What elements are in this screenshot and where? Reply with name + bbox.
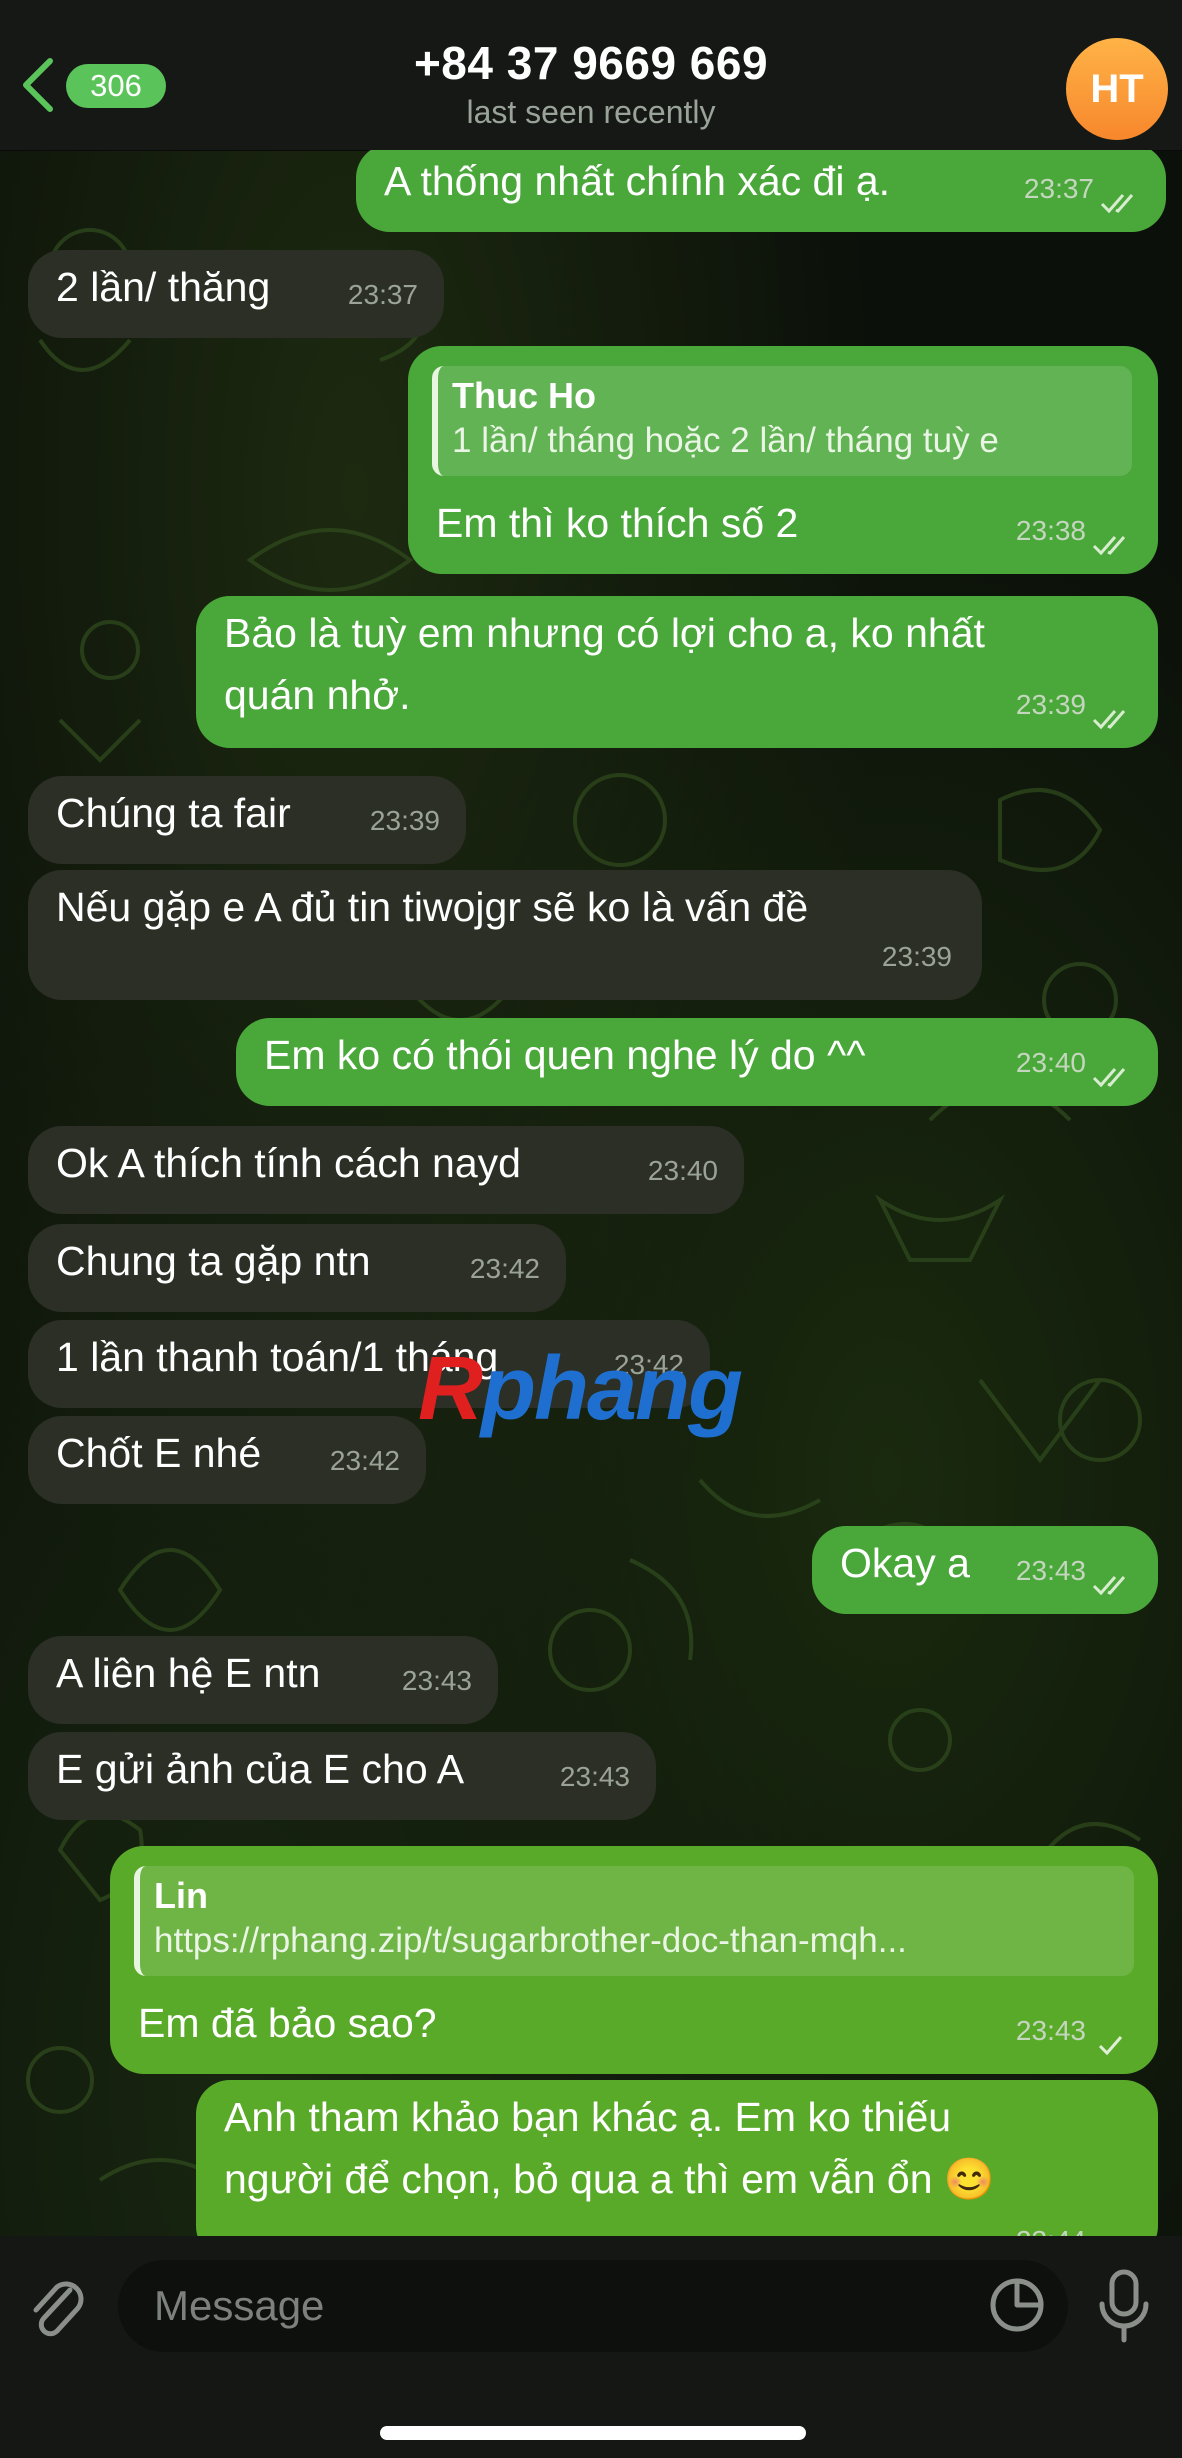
- message-text: Ok A thích tính cách nayd: [56, 1140, 521, 1186]
- message-input-bar: Message: [0, 2236, 1182, 2458]
- message-time: 23:43: [1015, 2015, 1086, 2046]
- message-bubble-incoming[interactable]: Chốt E nhé 23:42: [28, 1416, 426, 1504]
- message-text: Okay a: [840, 1540, 970, 1586]
- contact-title[interactable]: +84 37 9669 669: [0, 36, 1182, 90]
- watermark-logo: Rphang: [418, 1338, 743, 1441]
- avatar[interactable]: HT: [1066, 38, 1168, 140]
- microphone-icon[interactable]: [1092, 2266, 1156, 2346]
- message-text: A liên hệ E ntn: [56, 1650, 321, 1696]
- read-double-check-icon: [1092, 710, 1126, 730]
- message-text: Em ko có thói quen nghe lý do ^^: [264, 1032, 866, 1078]
- message-time: 23:39: [1015, 689, 1086, 720]
- message-time: 23:39: [369, 805, 440, 836]
- message-time: 23:43: [1015, 1555, 1086, 1586]
- message-time: 23:42: [329, 1445, 400, 1476]
- attach-paperclip-icon[interactable]: [26, 2268, 90, 2348]
- sent-check-icon: [1098, 2036, 1123, 2056]
- reply-text: 1 lần/ tháng hoặc 2 lần/ tháng tuỳ e: [452, 421, 999, 460]
- read-double-check-icon: [1100, 194, 1134, 214]
- read-double-check-icon: [1092, 536, 1126, 556]
- message-input[interactable]: Message: [118, 2260, 1068, 2352]
- message-time: 23:42: [469, 1253, 540, 1284]
- watermark-part-red: R: [418, 1339, 483, 1439]
- read-double-check-icon: [1092, 1068, 1126, 1088]
- message-text: Chúng ta fair: [56, 790, 291, 836]
- message-bubble-incoming[interactable]: Ok A thích tính cách nayd 23:40: [28, 1126, 744, 1214]
- sticker-icon[interactable]: [988, 2276, 1046, 2334]
- message-text-line: quán nhở.: [224, 672, 411, 718]
- chat-header: 306 +84 37 9669 669 last seen recently H…: [0, 0, 1182, 151]
- message-bubble-outgoing[interactable]: Okay a 23:43: [812, 1526, 1158, 1614]
- message-time: 23:43: [401, 1665, 472, 1696]
- message-time: 23:44: [1016, 2210, 1086, 2236]
- message-time: 23:40: [1015, 1047, 1086, 1078]
- contact-status: last seen recently: [466, 94, 716, 130]
- message-bubble-outgoing[interactable]: Anh tham khảo bạn khác ạ. Em ko thiếu ng…: [196, 2080, 1158, 2236]
- reply-author: Lin: [154, 1875, 208, 1916]
- reply-link[interactable]: https://rphang.zip/t/sugarbrother-doc-th…: [154, 1918, 1120, 1964]
- message-bubble-incoming[interactable]: E gửi ảnh của E cho A 23:43: [28, 1732, 656, 1820]
- message-bubble-outgoing[interactable]: A thống nhất chính xác đi ạ. 23:37: [356, 150, 1166, 232]
- message-text: Em đã bảo sao?: [138, 2000, 437, 2046]
- message-time: 23:37: [347, 279, 418, 310]
- message-bubble-incoming[interactable]: 2 lần/ thăng 23:37: [28, 250, 444, 338]
- watermark-part-blue: phang: [481, 1339, 743, 1439]
- reply-author: Thuc Ho: [452, 375, 596, 416]
- message-bubble-outgoing[interactable]: Em ko có thói quen nghe lý do ^^ 23:40: [236, 1018, 1158, 1106]
- message-text: Chung ta gặp ntn: [56, 1238, 371, 1284]
- message-bubble-incoming[interactable]: Chung ta gặp ntn 23:42: [28, 1224, 566, 1312]
- message-text: Nếu gặp e A đủ tin tiwojgr sẽ ko là vấn …: [56, 884, 809, 930]
- message-text-line: người để chọn, bỏ qua a thì em vẫn ổn 😊: [224, 2156, 995, 2202]
- message-time: 23:39: [881, 941, 952, 972]
- home-indicator[interactable]: [380, 2426, 806, 2440]
- message-text: A thống nhất chính xác đi ạ.: [384, 158, 891, 204]
- message-bubble-incoming[interactable]: Chúng ta fair 23:39: [28, 776, 466, 864]
- message-text-line: Bảo là tuỳ em nhưng có lợi cho a, ko nhấ…: [224, 610, 985, 656]
- message-time: 23:43: [559, 1761, 630, 1792]
- message-time: 23:38: [1015, 515, 1086, 546]
- message-text: Em thì ko thích số 2: [436, 500, 799, 546]
- message-bubble-outgoing[interactable]: Thuc Ho 1 lần/ tháng hoặc 2 lần/ tháng t…: [408, 346, 1158, 574]
- reply-quote[interactable]: Lin https://rphang.zip/t/sugarbrother-do…: [134, 1866, 1134, 1976]
- message-time: 23:37: [1023, 173, 1094, 204]
- message-text-line: Anh tham khảo bạn khác ạ. Em ko thiếu: [224, 2094, 952, 2140]
- message-bubble-outgoing[interactable]: Lin https://rphang.zip/t/sugarbrother-do…: [110, 1846, 1158, 2074]
- read-double-check-icon: [1092, 1576, 1126, 1596]
- message-bubble-outgoing[interactable]: Bảo là tuỳ em nhưng có lợi cho a, ko nhấ…: [196, 596, 1158, 748]
- message-list[interactable]: A thống nhất chính xác đi ạ. 23:37 2 lần…: [0, 150, 1182, 2236]
- message-bubble-incoming[interactable]: Nếu gặp e A đủ tin tiwojgr sẽ ko là vấn …: [28, 870, 982, 1000]
- message-bubble-incoming[interactable]: A liên hệ E ntn 23:43: [28, 1636, 498, 1724]
- message-text: 2 lần/ thăng: [56, 264, 271, 310]
- message-text: E gửi ảnh của E cho A: [56, 1746, 465, 1792]
- reply-quote[interactable]: Thuc Ho 1 lần/ tháng hoặc 2 lần/ tháng t…: [432, 366, 1132, 476]
- message-time: 23:40: [647, 1155, 718, 1186]
- message-text: Chốt E nhé: [56, 1430, 262, 1476]
